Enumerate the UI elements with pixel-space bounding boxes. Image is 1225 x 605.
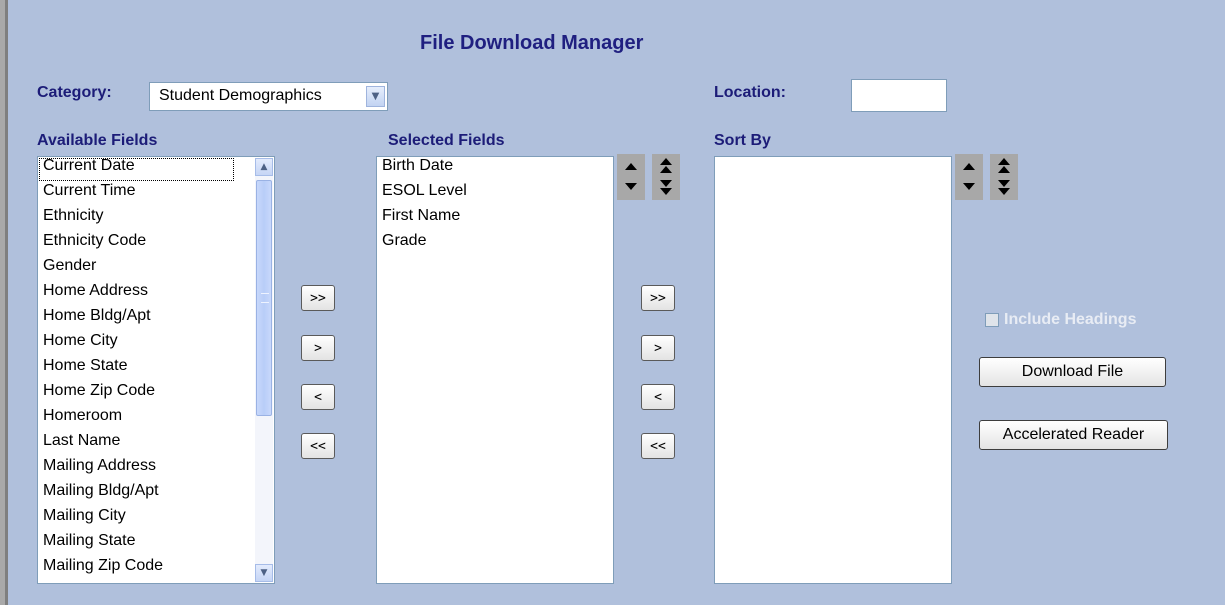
- add-field-button[interactable]: >: [301, 335, 335, 361]
- move-top-arrow-icon[interactable]: [660, 158, 672, 165]
- available-list-item[interactable]: Home Zip Code: [38, 382, 274, 407]
- available-fields-list[interactable]: Current Date Current Time Ethnicity Ethnici…: [37, 156, 275, 584]
- available-list-item[interactable]: Gender: [38, 257, 274, 282]
- move-down-arrow-icon[interactable]: [963, 183, 975, 190]
- remove-sort-button[interactable]: <: [641, 384, 675, 410]
- available-list-item[interactable]: Mailing Bldg/Apt: [38, 482, 274, 507]
- available-list-item[interactable]: Mailing Zip Code: [38, 557, 274, 582]
- include-headings-checkbox[interactable]: [985, 313, 999, 327]
- move-bottom-arrow-icon[interactable]: [998, 180, 1010, 187]
- available-list-item[interactable]: Mailing State: [38, 532, 274, 557]
- sort-by-list[interactable]: [714, 156, 952, 584]
- location-input[interactable]: [851, 79, 947, 112]
- selected-list-item[interactable]: First Name: [377, 207, 613, 232]
- selected-fields-list[interactable]: Birth Date ESOL Level First Name Grade: [376, 156, 614, 584]
- sort-by-label: Sort By: [714, 132, 771, 149]
- scroll-up-arrow-icon[interactable]: ▲: [255, 158, 273, 176]
- scrollbar-thumb[interactable]: [256, 180, 272, 416]
- available-list-item[interactable]: Mailing Address: [38, 457, 274, 482]
- selected-fields-label: Selected Fields: [388, 132, 505, 149]
- page-title: File Download Manager: [420, 32, 644, 54]
- category-label: Category:: [37, 84, 112, 101]
- add-sort-button[interactable]: >: [641, 335, 675, 361]
- chevron-down-icon[interactable]: ▼: [366, 86, 385, 107]
- remove-all-sort-button[interactable]: <<: [641, 433, 675, 459]
- available-list-item[interactable]: Home City: [38, 332, 274, 357]
- move-top-arrow-icon[interactable]: [998, 158, 1010, 165]
- add-all-fields-button[interactable]: >>: [301, 285, 335, 311]
- location-label: Location:: [714, 84, 786, 101]
- move-bottom-arrow-icon[interactable]: [660, 180, 672, 187]
- selected-list-item[interactable]: Grade: [377, 232, 613, 257]
- available-list-item[interactable]: Home State: [38, 357, 274, 382]
- available-list-item[interactable]: Home Bldg/Apt: [38, 307, 274, 332]
- category-select-value: Student Demographics: [159, 87, 322, 104]
- available-list-item[interactable]: Home Address: [38, 282, 274, 307]
- move-top-bottom-selected[interactable]: [652, 154, 680, 200]
- accelerated-reader-button[interactable]: Accelerated Reader: [979, 420, 1168, 450]
- available-list-item[interactable]: Last Name: [38, 432, 274, 457]
- move-up-down-sort[interactable]: [955, 154, 983, 200]
- move-top-bottom-sort[interactable]: [990, 154, 1018, 200]
- move-up-arrow-icon[interactable]: [625, 163, 637, 170]
- remove-field-button[interactable]: <: [301, 384, 335, 410]
- window-left-border-shadow: [5, 0, 8, 605]
- available-list-item[interactable]: Current Date: [38, 157, 235, 182]
- scroll-down-arrow-icon[interactable]: ▼: [255, 564, 273, 582]
- download-file-button[interactable]: Download File: [979, 357, 1166, 387]
- remove-all-fields-button[interactable]: <<: [301, 433, 335, 459]
- available-list-item[interactable]: Ethnicity: [38, 207, 274, 232]
- add-all-sort-button[interactable]: >>: [641, 285, 675, 311]
- move-up-arrow-icon[interactable]: [963, 163, 975, 170]
- available-fields-label: Available Fields: [37, 132, 158, 149]
- available-list-item[interactable]: Ethnicity Code: [38, 232, 274, 257]
- selected-list-item[interactable]: ESOL Level: [377, 182, 613, 207]
- available-list-item[interactable]: Homeroom: [38, 407, 274, 432]
- move-up-down-selected[interactable]: [617, 154, 645, 200]
- category-select[interactable]: Student Demographics ▼: [149, 82, 388, 111]
- available-list-item[interactable]: Current Time: [38, 182, 274, 207]
- move-down-arrow-icon[interactable]: [625, 183, 637, 190]
- available-list-item[interactable]: Mailing City: [38, 507, 274, 532]
- available-fields-scrollbar[interactable]: ▲ ▼: [255, 158, 273, 582]
- include-headings-label: Include Headings: [1004, 311, 1137, 328]
- selected-list-item[interactable]: Birth Date: [377, 157, 613, 182]
